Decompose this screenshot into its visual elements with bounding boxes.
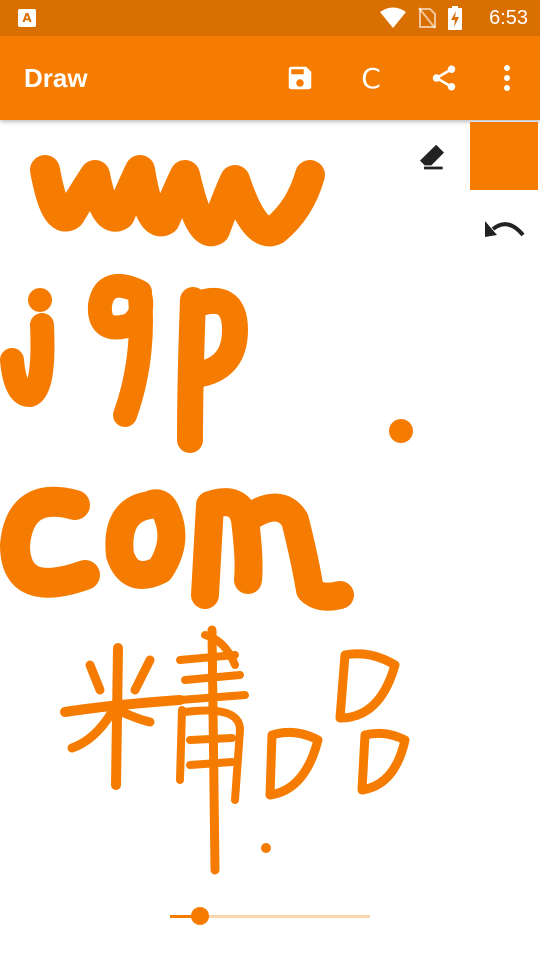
stroke — [85, 660, 105, 695]
stroke — [111, 643, 123, 790]
brush-size-slider[interactable] — [170, 905, 370, 929]
undo-button[interactable] — [480, 210, 530, 250]
stroke — [389, 419, 413, 443]
stroke — [67, 707, 117, 753]
save-button[interactable] — [278, 56, 322, 100]
stroke — [28, 288, 52, 312]
clear-button[interactable]: C — [349, 56, 393, 100]
stroke — [176, 691, 249, 704]
wifi-icon — [380, 7, 406, 28]
stroke — [357, 728, 410, 795]
stroke — [191, 488, 354, 611]
stroke — [0, 486, 100, 598]
stroke — [207, 625, 220, 875]
no-sim-icon — [418, 7, 436, 29]
stroke — [181, 671, 244, 684]
stroke — [335, 649, 400, 723]
stroke — [0, 313, 55, 407]
stroke — [105, 489, 186, 589]
stroke — [177, 287, 248, 453]
drawing-canvas[interactable] — [0, 120, 540, 960]
more-vertical-icon — [504, 65, 510, 91]
stroke — [87, 273, 154, 427]
drawing-strokes — [0, 155, 413, 875]
stroke — [117, 707, 155, 727]
stroke — [30, 155, 325, 247]
app-bar: Draw C — [0, 36, 540, 120]
share-button[interactable] — [422, 56, 466, 100]
undo-icon — [485, 221, 525, 237]
eraser-icon — [420, 144, 444, 170]
status-bar: A 6:53 — [0, 0, 540, 36]
status-time: 6:53 — [489, 7, 528, 29]
stroke — [265, 727, 323, 800]
color-picker-swatch[interactable] — [470, 122, 538, 190]
stroke — [130, 655, 155, 695]
eraser-button[interactable] — [410, 136, 454, 176]
app-title: Draw — [24, 63, 88, 93]
save-icon — [288, 66, 312, 90]
system-icons — [380, 6, 462, 30]
stroke — [261, 843, 271, 853]
battery-charging-icon — [448, 6, 462, 30]
notification-app-icon: A — [18, 9, 36, 27]
clear-button-label: C — [361, 61, 381, 95]
overflow-menu-button[interactable] — [485, 56, 529, 100]
slider-thumb[interactable] — [191, 907, 209, 925]
share-icon — [432, 65, 456, 91]
